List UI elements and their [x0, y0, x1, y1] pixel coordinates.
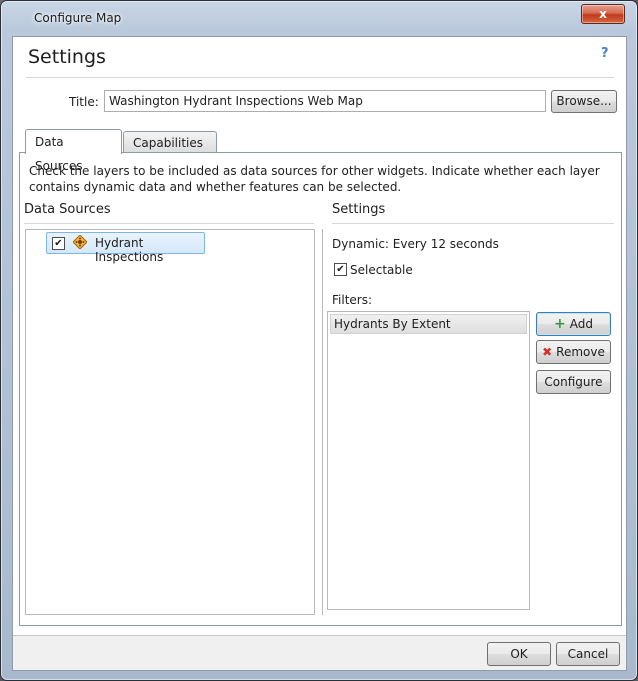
title-input[interactable]: Washington Hydrant Inspections Web Map — [104, 90, 546, 112]
list-item[interactable]: ✔ Hydrant Inspections — [46, 232, 205, 264]
configure-map-dialog: Configure Map x Settings ? Title: Washin… — [0, 0, 638, 681]
close-button[interactable]: x — [581, 4, 625, 24]
panel-description: Check the layers to be included as data … — [29, 164, 600, 194]
layer-icon — [73, 235, 87, 249]
settings-divider — [332, 223, 614, 224]
list-item[interactable]: Hydrants By Extent — [330, 314, 527, 334]
add-label: Add — [569, 317, 593, 331]
help-icon[interactable]: ? — [601, 46, 609, 61]
selectable-checkbox[interactable]: ✔ — [334, 263, 347, 276]
settings-border — [322, 229, 323, 615]
browse-button[interactable]: Browse... — [551, 90, 617, 113]
filters-label: Filters: — [332, 293, 373, 307]
data-sources-heading: Data Sources — [24, 202, 111, 217]
source-checkbox[interactable]: ✔ — [52, 237, 65, 250]
data-sources-panel: Check the layers to be included as data … — [19, 152, 622, 626]
window-title: Configure Map — [34, 11, 122, 25]
configure-filter-button[interactable]: Configure — [536, 370, 611, 394]
plus-icon: + — [554, 316, 566, 332]
dynamic-status: Dynamic: Every 12 seconds — [332, 237, 499, 251]
dialog-body: Settings ? Title: Washington Hydrant Ins… — [12, 36, 627, 671]
source-label: Hydrant Inspections — [95, 236, 164, 264]
selectable-label: Selectable — [350, 263, 413, 277]
tab-data-sources[interactable]: Data Sources — [25, 129, 122, 173]
add-filter-button[interactable]: + Add — [536, 312, 611, 336]
close-icon: x — [599, 7, 607, 21]
data-sources-divider — [24, 223, 314, 224]
remove-icon: ✖ — [542, 345, 553, 359]
data-sources-list: ✔ Hydrant Inspections — [25, 229, 315, 615]
remove-filter-button[interactable]: ✖ Remove — [536, 340, 611, 364]
page-title: Settings — [28, 46, 106, 68]
remove-label: Remove — [556, 345, 605, 359]
title-bar[interactable]: Configure Map x — [1, 1, 637, 33]
cancel-button[interactable]: Cancel — [556, 642, 620, 666]
tab-capabilities[interactable]: Capabilities — [123, 131, 217, 153]
header-divider — [26, 77, 614, 78]
ok-button[interactable]: OK — [487, 642, 551, 666]
title-label: Title: — [69, 95, 99, 109]
filters-list: Hydrants By Extent — [327, 311, 530, 610]
settings-heading: Settings — [332, 202, 386, 217]
